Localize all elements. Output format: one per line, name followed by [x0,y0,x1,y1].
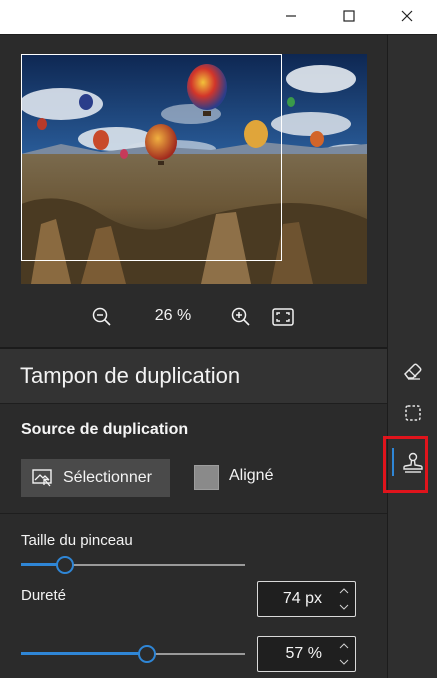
source-label: Source de duplication [21,421,189,438]
zoom-in-icon [231,307,250,326]
maximize-icon [343,10,355,22]
tool-header: Tampon de duplication [0,349,387,403]
tool-strip [383,34,437,678]
select-source-label: Sélectionner [63,469,152,486]
active-tool-highlight [383,436,428,493]
maximize-button[interactable] [320,0,378,32]
slider-fill [21,652,147,655]
decrement-icon[interactable] [338,656,350,668]
increment-icon[interactable] [338,585,350,597]
hardness-input[interactable]: 57 % [257,636,356,672]
title-bar [0,0,437,34]
tool-title: Tampon de duplication [20,363,241,388]
selection-tool-button[interactable] [388,393,437,433]
aligned-checkbox[interactable] [194,465,219,490]
image-preview[interactable] [21,54,367,284]
slider-thumb[interactable] [56,556,74,574]
zoom-out-button[interactable] [89,305,115,329]
brush-size-value: 74 px [282,590,322,607]
hardness-label: Dureté [21,587,67,604]
selection-icon [405,405,421,421]
select-source-button[interactable]: Sélectionner [21,459,170,497]
minimize-icon [286,15,296,17]
eraser-icon [404,363,422,380]
close-button[interactable] [378,0,436,32]
brush-size-input[interactable]: 74 px [257,581,356,617]
brush-size-label: Taille du pinceau [21,532,133,549]
decrement-icon[interactable] [338,601,350,613]
divider [0,403,387,404]
slider-thumb[interactable] [138,645,156,663]
eraser-tool-button[interactable] [388,351,437,391]
increment-icon[interactable] [338,640,350,652]
fit-to-screen-icon [272,308,294,326]
brush-size-slider[interactable] [21,555,245,575]
aligned-label: Aligné [229,467,274,484]
divider [0,513,387,514]
zoom-level: 26 % [154,307,192,324]
hardness-value: 57 % [285,645,322,662]
zoom-out-icon [92,307,111,326]
fit-to-screen-button[interactable] [270,305,296,329]
close-icon [401,10,413,22]
zoom-in-button[interactable] [228,305,254,329]
zoom-controls: 26 % [0,305,387,329]
edit-panel: 26 % Tampon de duplication Source de dup… [0,34,387,678]
minimize-button[interactable] [262,0,320,32]
visible-area-frame[interactable] [21,54,282,261]
select-source-icon [31,467,53,489]
hardness-slider[interactable] [21,644,245,664]
